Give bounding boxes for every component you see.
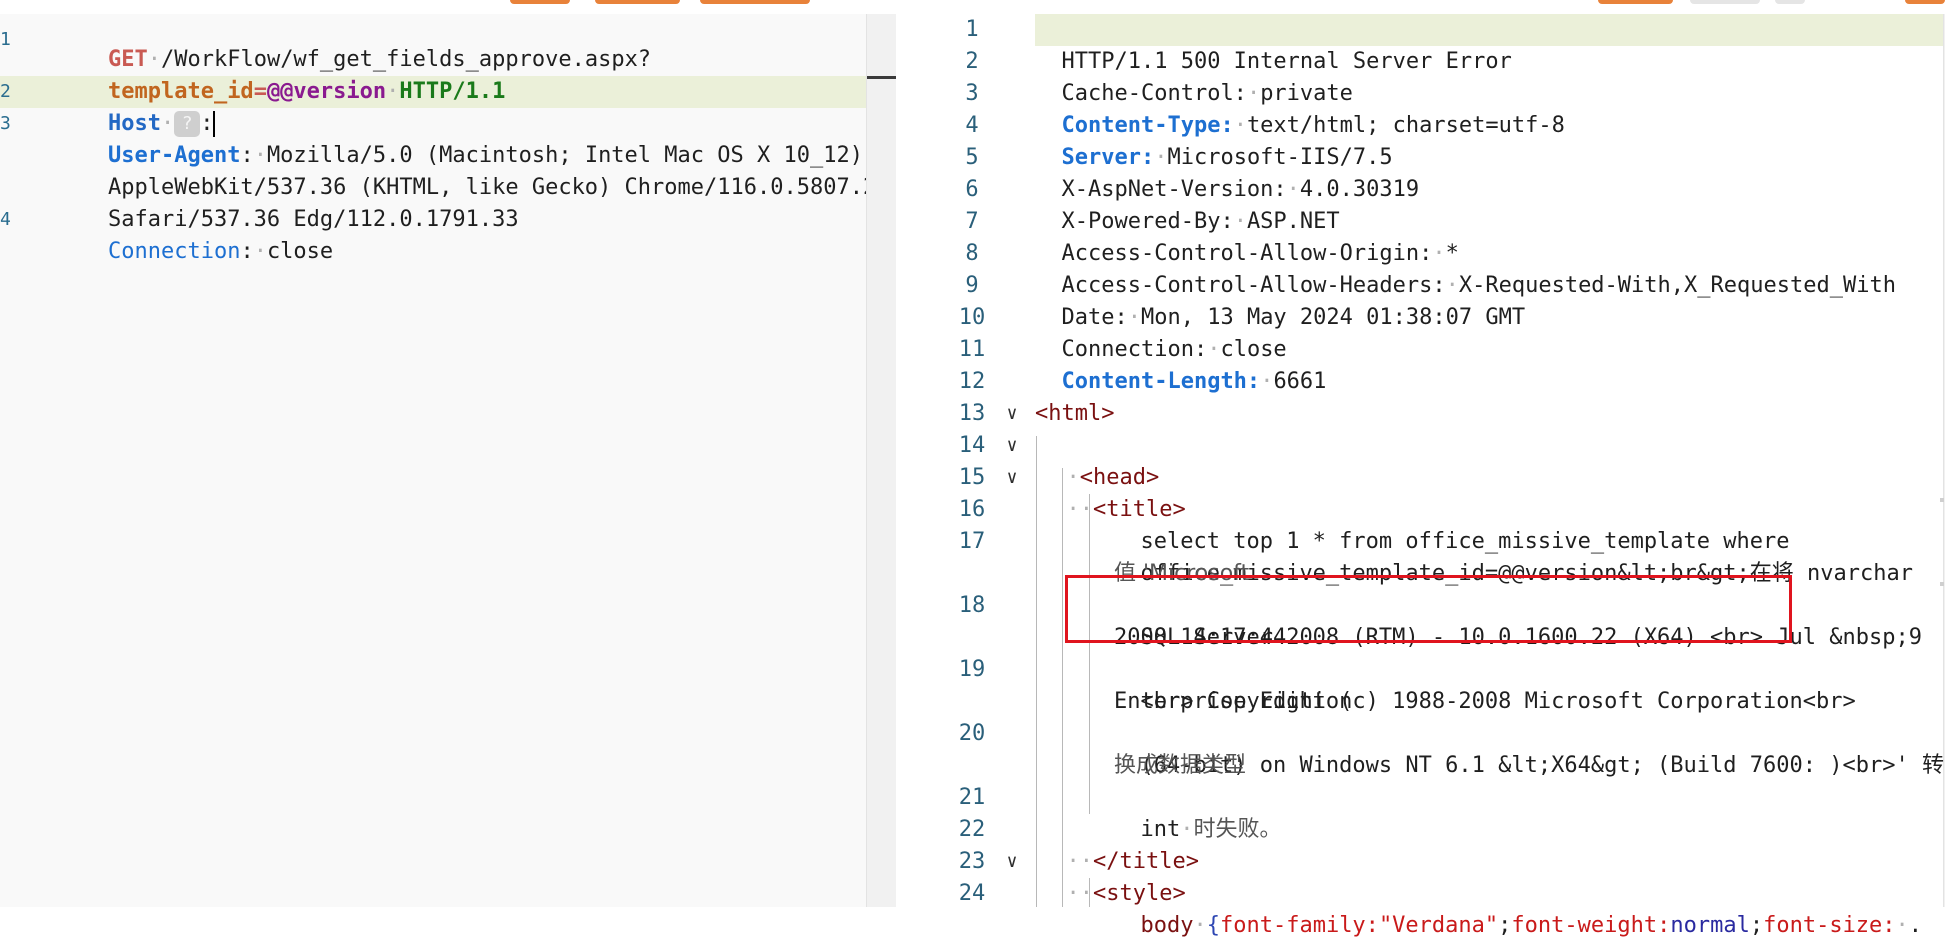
css-selector: body [1140, 913, 1194, 938]
toolbar-button[interactable] [1905, 0, 1945, 4]
head-open-tag-line[interactable]: <head> [1040, 430, 1160, 490]
query-param-eq: = [253, 79, 267, 104]
user-agent-header-continuation[interactable]: AppleWebKit/537.36 (KHTML, like Gecko) C… [55, 140, 866, 200]
minimap-marker [1940, 582, 1944, 586]
css-brace: { [1206, 913, 1220, 938]
fold-chevron-icon[interactable]: ∨ [1000, 398, 1024, 430]
line-number: 20 [958, 721, 986, 746]
toolbar-button[interactable] [1775, 0, 1805, 4]
line-number: 3 [0, 113, 11, 134]
host-header-line[interactable]: Host?: [55, 76, 216, 137]
style-open-tag-line[interactable]: <style> [1040, 846, 1186, 906]
status-line[interactable]: HTTP/1.1 500 Internal Server Error [1035, 14, 1512, 74]
line-number: 17 [958, 529, 986, 554]
header-value: 6661 [1273, 369, 1327, 394]
line-number: 8 [965, 241, 979, 266]
title-text-line[interactable]: select top 1 * from office_missive_templ… [1114, 494, 1790, 554]
header-value: close [266, 239, 334, 264]
line-number: 16 [958, 497, 986, 522]
fold-chevron-icon[interactable]: ∨ [1000, 846, 1024, 878]
title-text-line[interactable]: office_missive_template_id=@@version&lt;… [1114, 526, 1913, 586]
title-close-tag-line[interactable]: </title> [1040, 814, 1199, 874]
title-open-tag-line[interactable]: <title> [1040, 462, 1186, 522]
line-number: 21 [958, 785, 986, 810]
line-number: 11 [958, 337, 986, 362]
response-header-line[interactable]: X-AspNet-Version:4.0.30319 [1035, 142, 1420, 202]
line-number: 1 [965, 17, 979, 42]
query-param-value: @@version [266, 79, 387, 104]
fold-chevron-icon[interactable]: ∨ [1000, 462, 1024, 494]
css-semicolon: ; [1498, 913, 1512, 938]
toolbar-button[interactable] [1598, 0, 1673, 4]
user-agent-header-continuation[interactable]: Safari/537.36 Edg/112.0.1791.33 [55, 172, 519, 232]
line-number: 1 [0, 29, 11, 50]
title-text: (64-bit) on Windows NT 6.1 &lt;X64&gt; (… [1140, 753, 1944, 778]
indent-guide [1089, 494, 1090, 814]
toolbar-strip [0, 0, 1945, 14]
header-name: Connection [107, 239, 241, 264]
line-number: 23 [958, 849, 986, 874]
title-text-wrap: Enterprise Edition [1114, 689, 1353, 714]
scroll-thumb[interactable] [867, 76, 897, 79]
response-header-line[interactable]: Server:Microsoft-IIS/7.5 [1035, 110, 1393, 170]
user-agent-header-line[interactable]: User-Agent:Mozilla/5.0 (Macintosh; Intel… [55, 108, 866, 168]
minimap-marker [1940, 498, 1944, 502]
css-value: normal [1670, 913, 1750, 938]
title-text-cjk: 时失败。 [1193, 817, 1282, 842]
indent-guide [1036, 436, 1037, 907]
fold-chevron-icon[interactable]: ∨ [1000, 430, 1024, 462]
response-header-line[interactable]: Access-Control-Allow-Headers:X-Requested… [1035, 238, 1896, 298]
line-number: 19 [958, 657, 986, 682]
line-number: 2 [0, 81, 11, 102]
connection-header-line[interactable]: Connection:close [55, 204, 333, 264]
line-number: 10 [958, 305, 986, 330]
toolbar-button[interactable] [510, 0, 570, 4]
response-header-line[interactable]: Date:Mon, 13 May 2024 01:38:07 GMT [1035, 270, 1526, 330]
line-number: 14 [958, 433, 986, 458]
request-editor-scrollbar[interactable] [866, 14, 897, 907]
toolbar-button[interactable] [1690, 0, 1760, 4]
line-number: 12 [958, 369, 986, 394]
css-property: font-weight: [1511, 913, 1671, 938]
request-line-continuation[interactable]: template_id=@@versionHTTP/1.1 [55, 44, 505, 104]
line-number: 7 [965, 209, 979, 234]
annotation-highlight-box [1065, 575, 1792, 643]
line-number: 9 [965, 273, 979, 298]
title-text-wrap: 换成数据类型 [1114, 753, 1247, 778]
css-value: "Verdana" [1378, 913, 1499, 938]
title-text-line[interactable]: (64-bit) on Windows NT 6.1 &lt;X64&gt; (… [1114, 718, 1944, 778]
pane-divider[interactable] [896, 14, 915, 907]
line-number: 6 [965, 177, 979, 202]
response-header-line[interactable]: X-Powered-By:ASP.NET [1035, 174, 1340, 234]
request-editor[interactable]: 1 2 3 4 GET/WorkFlow/wf_get_fields_appro… [0, 14, 866, 907]
request-line[interactable]: GET/WorkFlow/wf_get_fields_approve.aspx? [55, 14, 651, 72]
line-number: 5 [965, 145, 979, 170]
css-overflow-dot: . [1908, 913, 1923, 938]
title-text-line[interactable]: int时失败。 [1114, 782, 1282, 842]
response-header-line[interactable]: Connection:close [1035, 302, 1287, 362]
line-number: 18 [958, 593, 986, 618]
line-number: 13 [958, 401, 986, 426]
title-text-line[interactable]: <br> Copyright (c) 1988-2008 Microsoft C… [1114, 654, 1856, 714]
css-property: font-family: [1219, 913, 1379, 938]
line-number: 2 [965, 49, 979, 74]
css-property: font-size: [1763, 913, 1896, 938]
response-header-line[interactable]: Cache-Control:private [1035, 46, 1353, 106]
http-protocol: HTTP/1.1 [399, 79, 506, 104]
line-number: 4 [0, 209, 11, 230]
response-header-line[interactable]: Content-Type:text/html; charset=utf-8 [1035, 78, 1565, 138]
line-number: 4 [965, 113, 979, 138]
toolbar-button[interactable] [595, 0, 680, 4]
response-header-line[interactable]: Access-Control-Allow-Origin:* [1035, 206, 1459, 266]
header-name: Content-Length: [1061, 369, 1261, 394]
css-semicolon: ; [1749, 913, 1764, 938]
toolbar-button[interactable] [700, 0, 810, 4]
line-number: 22 [958, 817, 986, 842]
html-open-tag[interactable]: <html> [1035, 398, 1114, 430]
line-number: 24 [958, 881, 986, 906]
css-rule-line[interactable]: body{font-family:"Verdana";font-weight:n… [1114, 878, 1923, 938]
response-header-line[interactable]: Content-Length: 6661 [1035, 334, 1327, 394]
line-number: 3 [965, 81, 979, 106]
line-number: 15 [958, 465, 986, 490]
